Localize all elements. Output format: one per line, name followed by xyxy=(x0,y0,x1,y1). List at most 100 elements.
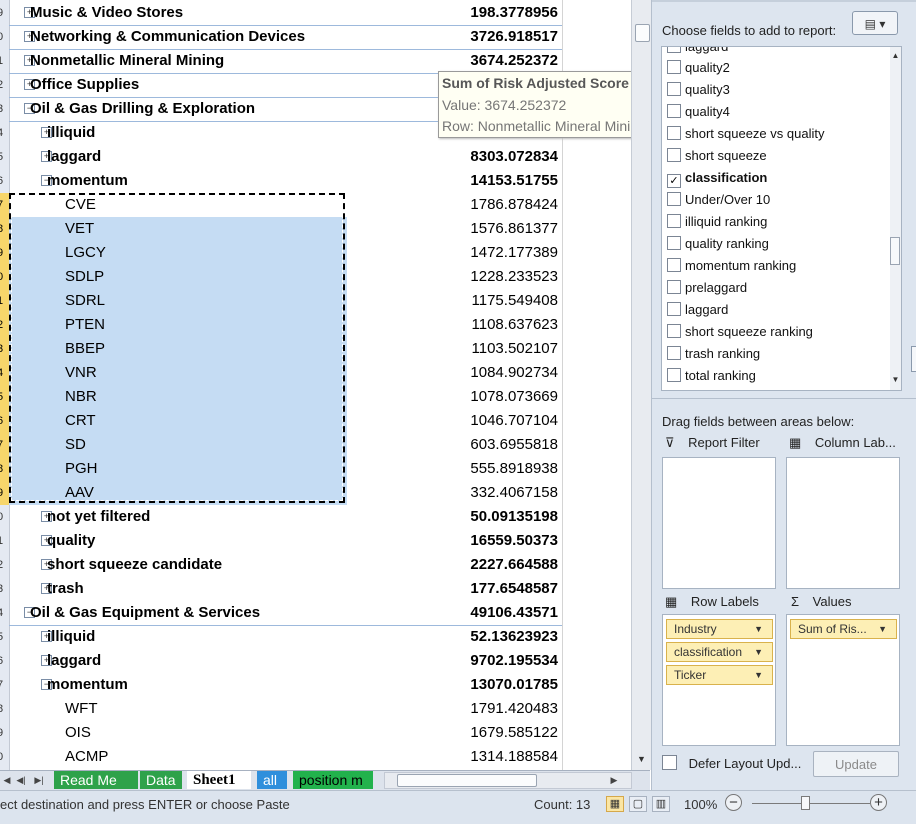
pivot-row[interactable]: − momentum 13070.01785 xyxy=(9,673,562,697)
field-item[interactable]: Under/Over 10 xyxy=(667,189,877,211)
row-number[interactable]: 7 xyxy=(0,673,9,697)
spreadsheet-grid[interactable]: 90123456789012345678901234567890 +Music … xyxy=(0,0,631,770)
row-labels-area[interactable]: Industry ▼ classification ▼ Ticker ▼ xyxy=(662,614,776,746)
field-list[interactable]: laggard quality2 quality3 quality4 short squ… xyxy=(661,46,902,391)
field-checkbox[interactable] xyxy=(667,148,681,162)
row-number[interactable]: 3 xyxy=(0,577,9,601)
zoom-level[interactable]: 100% xyxy=(684,797,717,812)
field-item[interactable]: total ranking xyxy=(667,365,877,387)
area-field-chip[interactable]: classification ▼ xyxy=(666,642,773,662)
area-field-chip[interactable]: Industry ▼ xyxy=(666,619,773,639)
chip-dropdown-icon[interactable]: ▼ xyxy=(754,643,763,662)
field-list-layout-button[interactable]: ▤ ▾ xyxy=(852,11,898,35)
row-number[interactable]: 9 xyxy=(0,1,9,25)
row-number[interactable]: 4 xyxy=(0,601,9,625)
row-number[interactable]: 8 xyxy=(0,697,9,721)
field-item[interactable]: quality4 xyxy=(667,101,877,123)
row-number[interactable]: 4 xyxy=(0,121,9,145)
field-checkbox[interactable] xyxy=(667,324,681,338)
row-number[interactable]: 5 xyxy=(0,385,9,409)
row-number[interactable]: 9 xyxy=(0,481,9,505)
page-layout-view-icon[interactable]: ▢ xyxy=(629,796,647,812)
field-checkbox[interactable] xyxy=(667,346,681,360)
horizontal-scroll-thumb[interactable] xyxy=(397,774,537,787)
row-number[interactable]: 5 xyxy=(0,625,9,649)
field-item[interactable]: quality ranking xyxy=(667,233,877,255)
tab-nav-first-icon[interactable]: ◀| xyxy=(16,773,26,787)
field-checkbox[interactable] xyxy=(667,214,681,228)
field-item[interactable]: short squeeze ranking xyxy=(667,321,877,343)
vertical-scrollbar[interactable]: ▼ xyxy=(631,0,651,770)
pivot-row[interactable]: + trash 177.6548587 xyxy=(9,577,562,601)
panel-scroll-handle[interactable] xyxy=(911,346,916,372)
field-item[interactable]: illiquid ranking xyxy=(667,211,877,233)
tab-nav-last-icon[interactable]: ▶| xyxy=(34,773,44,787)
pivot-row[interactable]: + laggard 9702.195534 xyxy=(9,649,562,673)
row-number[interactable]: 3 xyxy=(0,97,9,121)
pivot-row[interactable]: + Networking & Communication Devices 3726.… xyxy=(9,25,562,50)
defer-layout-option[interactable]: Defer Layout Upd... xyxy=(662,755,801,771)
normal-view-icon[interactable]: ▦ xyxy=(606,796,624,812)
row-number[interactable]: 9 xyxy=(0,721,9,745)
row-number[interactable]: 1 xyxy=(0,49,9,73)
field-checkbox[interactable]: ✓ xyxy=(667,174,681,188)
pivot-row[interactable]: + not yet filtered 50.09135198 xyxy=(9,505,562,529)
row-number[interactable]: 0 xyxy=(0,265,9,289)
area-field-chip[interactable]: Sum of Ris... ▼ xyxy=(790,619,897,639)
chip-dropdown-icon[interactable]: ▼ xyxy=(878,620,887,639)
pivot-row[interactable]: − Oil & Gas Equipment & Services 49106.435… xyxy=(9,601,562,626)
pivot-row[interactable]: + short squeeze candidate 2227.664588 xyxy=(9,553,562,577)
field-scroll-down-icon[interactable]: ▼ xyxy=(890,375,901,384)
zoom-out-icon[interactable]: − xyxy=(725,794,742,811)
chip-dropdown-icon[interactable]: ▼ xyxy=(754,666,763,685)
field-item[interactable]: ✓ classification xyxy=(667,167,877,189)
defer-layout-checkbox[interactable] xyxy=(662,755,677,770)
tab-nav-prev-icon[interactable]: ◀ xyxy=(2,773,12,787)
row-number[interactable]: 8 xyxy=(0,457,9,481)
sheet-tab[interactable]: Read Me xyxy=(54,771,138,789)
row-number[interactable]: 5 xyxy=(0,145,9,169)
row-number[interactable]: 7 xyxy=(0,193,9,217)
page-break-view-icon[interactable]: ▥ xyxy=(652,796,670,812)
field-item[interactable]: quality2 xyxy=(667,57,877,79)
row-number[interactable]: 0 xyxy=(0,745,9,769)
zoom-in-icon[interactable]: + xyxy=(870,794,887,811)
field-scroll-thumb[interactable] xyxy=(890,237,900,265)
pivot-row[interactable]: ACMP 1314.188584 xyxy=(9,745,562,769)
values-area[interactable]: Sum of Ris... ▼ xyxy=(786,614,900,746)
row-number[interactable]: 6 xyxy=(0,409,9,433)
sheet-tab[interactable]: position m xyxy=(293,771,373,789)
area-field-chip[interactable]: Ticker ▼ xyxy=(666,665,773,685)
row-number[interactable]: 9 xyxy=(0,241,9,265)
scroll-down-arrow-icon[interactable]: ▼ xyxy=(634,752,649,767)
pivot-row[interactable]: + illiquid 52.13623923 xyxy=(9,625,562,649)
field-checkbox[interactable] xyxy=(667,236,681,250)
row-number[interactable]: 2 xyxy=(0,73,9,97)
pivot-row[interactable]: + Music & Video Stores 198.3778956 xyxy=(9,1,562,26)
field-item[interactable]: prelaggard xyxy=(667,277,877,299)
field-checkbox[interactable] xyxy=(667,192,681,206)
horizontal-scrollbar[interactable]: ▶ xyxy=(384,772,632,789)
hscroll-right-icon[interactable]: ▶ xyxy=(609,773,619,787)
pivot-row[interactable]: + laggard 8303.072834 xyxy=(9,145,562,169)
chip-dropdown-icon[interactable]: ▼ xyxy=(754,620,763,639)
field-item[interactable]: quality3 xyxy=(667,79,877,101)
sheet-tab[interactable]: Data xyxy=(140,771,182,789)
sheet-tab[interactable]: Sheet1 xyxy=(187,771,251,789)
pivot-row[interactable]: − momentum 14153.51755 xyxy=(9,169,562,193)
pivot-row[interactable]: OIS 1679.585122 xyxy=(9,721,562,745)
field-checkbox[interactable] xyxy=(667,82,681,96)
column-labels-area[interactable] xyxy=(786,457,900,589)
vertical-scroll-thumb[interactable] xyxy=(635,24,650,42)
row-number[interactable]: 4 xyxy=(0,361,9,385)
zoom-slider-track[interactable] xyxy=(752,803,870,804)
sheet-tab[interactable]: all xyxy=(257,771,287,789)
row-number[interactable]: 8 xyxy=(0,217,9,241)
row-number[interactable]: 0 xyxy=(0,505,9,529)
row-number[interactable]: 1 xyxy=(0,529,9,553)
field-checkbox[interactable] xyxy=(667,60,681,74)
pivot-row[interactable]: WFT 1791.420483 xyxy=(9,697,562,721)
field-list-scrollbar[interactable]: ▲ ▼ xyxy=(890,47,901,390)
row-number[interactable]: 2 xyxy=(0,313,9,337)
field-checkbox[interactable] xyxy=(667,47,681,53)
